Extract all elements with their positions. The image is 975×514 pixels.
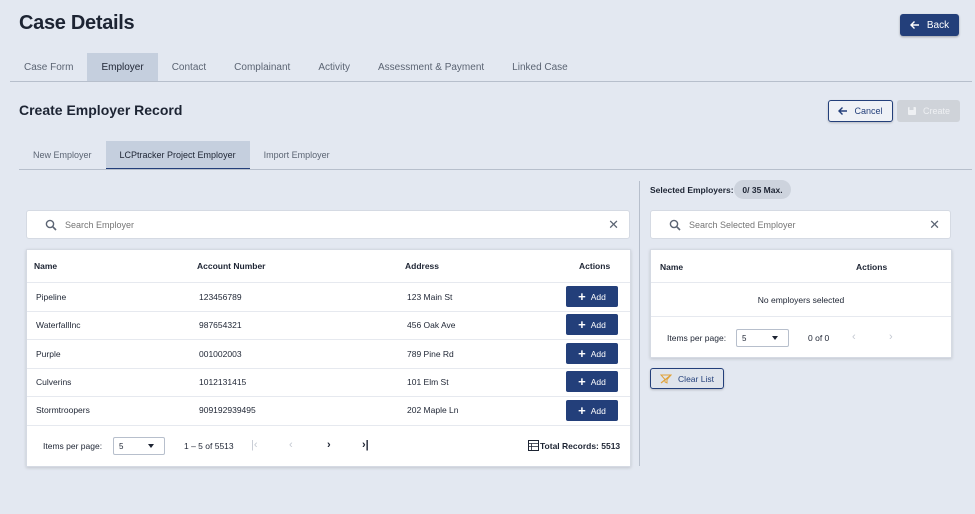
next-page-icon[interactable]: ›: [889, 331, 893, 343]
add-employer-button[interactable]: + Add: [566, 286, 618, 307]
create-button[interactable]: Create: [897, 100, 960, 122]
column-header-actions: Actions: [856, 262, 888, 272]
tab-case-form[interactable]: Case Form: [10, 53, 87, 81]
tabs-divider: [10, 81, 972, 82]
subtab-lcptracker-project-employer[interactable]: LCPtracker Project Employer: [105, 141, 250, 169]
employer-search-input[interactable]: [65, 219, 609, 230]
page-title: Case Details: [19, 12, 135, 34]
selected-count-badge: 0/ 35 Max.: [734, 180, 791, 199]
cancel-button-label: Cancel: [854, 106, 883, 116]
items-per-page-label: Items per page:: [667, 333, 727, 343]
address: 789 Pine Rd: [407, 349, 454, 359]
section-title: Create Employer Record: [19, 102, 183, 118]
add-employer-button[interactable]: + Add: [566, 371, 618, 392]
plus-icon: +: [578, 288, 586, 304]
employer-subtabs: New Employer LCPtracker Project Employer…: [19, 141, 344, 169]
employer-table: Name Account Number Address Actions Pipe…: [26, 249, 631, 467]
employer-name: Purple: [36, 349, 61, 359]
page-range: 0 of 0: [808, 333, 830, 343]
plus-icon: +: [578, 402, 586, 418]
tab-employer[interactable]: Employer: [87, 53, 158, 81]
back-button[interactable]: Back: [900, 14, 959, 36]
column-header-account-number: Account Number: [197, 261, 266, 271]
empty-message: No employers selected: [757, 295, 845, 305]
selected-employer-search-input[interactable]: [689, 219, 930, 230]
page-range: 1 – 5 of 5513: [184, 441, 234, 451]
subtab-import-employer[interactable]: Import Employer: [250, 141, 344, 169]
tab-contact[interactable]: Contact: [158, 53, 220, 81]
column-header-actions: Actions: [579, 261, 611, 271]
chevron-down-icon: [148, 444, 154, 448]
next-page-icon[interactable]: ›: [327, 439, 331, 451]
subtab-new-employer[interactable]: New Employer: [19, 141, 106, 169]
case-tabs: Case Form Employer Contact Complainant A…: [10, 53, 582, 81]
account-number: 909192939495: [199, 405, 256, 415]
items-per-page-label: Items per page:: [43, 441, 103, 451]
employer-search: ✕: [26, 210, 630, 239]
account-number: 1012131415: [199, 377, 247, 387]
cancel-button[interactable]: Cancel: [828, 100, 893, 122]
back-button-label: Back: [926, 19, 950, 31]
table-icon: [528, 440, 539, 451]
create-button-label: Create: [922, 106, 950, 116]
clear-filter-icon: [660, 374, 673, 384]
plus-icon: +: [578, 316, 586, 332]
address: 123 Main St: [407, 292, 453, 302]
search-icon: [45, 219, 57, 231]
arrow-left-icon: [909, 21, 919, 29]
tab-activity[interactable]: Activity: [304, 53, 364, 81]
close-icon[interactable]: ✕: [929, 217, 940, 233]
employer-name: WaterfallInc: [36, 320, 81, 330]
save-icon: [907, 107, 916, 115]
address: 456 Oak Ave: [407, 320, 456, 330]
account-number: 001002003: [199, 349, 242, 359]
search-icon: [669, 219, 681, 231]
employer-name: Pipeline: [36, 292, 67, 302]
clear-list-label: Clear List: [678, 373, 714, 384]
column-header-address: Address: [405, 261, 440, 271]
address: 101 Elm St: [407, 377, 449, 387]
items-per-page-select[interactable]: 5: [736, 329, 789, 347]
tab-linked-case[interactable]: Linked Case: [498, 53, 582, 81]
address: 202 Maple Ln: [407, 405, 459, 415]
add-employer-button[interactable]: + Add: [566, 400, 618, 421]
selected-employers-label: Selected Employers:: [650, 185, 734, 195]
plus-icon: +: [578, 345, 586, 361]
account-number: 123456789: [199, 292, 242, 302]
previous-page-icon[interactable]: ‹: [852, 331, 856, 343]
subtabs-divider: [19, 169, 972, 170]
total-records: Total Records: 5513: [540, 441, 621, 451]
items-per-page-select[interactable]: 5: [113, 437, 165, 455]
plus-icon: +: [578, 373, 586, 389]
first-page-icon[interactable]: |‹: [251, 439, 258, 451]
selected-employers-table: Name Actions No employers selected Items…: [650, 249, 952, 358]
clear-list-button[interactable]: Clear List: [650, 368, 724, 389]
column-header-name: Name: [660, 262, 684, 272]
last-page-icon[interactable]: ›|: [362, 439, 369, 451]
close-icon[interactable]: ✕: [608, 217, 619, 233]
tab-assessment-payment[interactable]: Assessment & Payment: [364, 53, 498, 81]
add-employer-button[interactable]: + Add: [566, 314, 618, 335]
employer-name: Culverins: [36, 377, 72, 387]
add-employer-button[interactable]: + Add: [566, 343, 618, 364]
employer-name: Stormtroopers: [36, 405, 90, 415]
previous-page-icon[interactable]: ‹: [289, 439, 293, 451]
arrow-left-icon: [838, 107, 848, 115]
panel-divider: [639, 181, 640, 466]
tab-complainant[interactable]: Complainant: [220, 53, 304, 81]
account-number: 987654321: [199, 320, 242, 330]
chevron-down-icon: [772, 336, 778, 340]
selected-employer-search: ✕: [650, 210, 951, 239]
column-header-name: Name: [34, 261, 58, 271]
